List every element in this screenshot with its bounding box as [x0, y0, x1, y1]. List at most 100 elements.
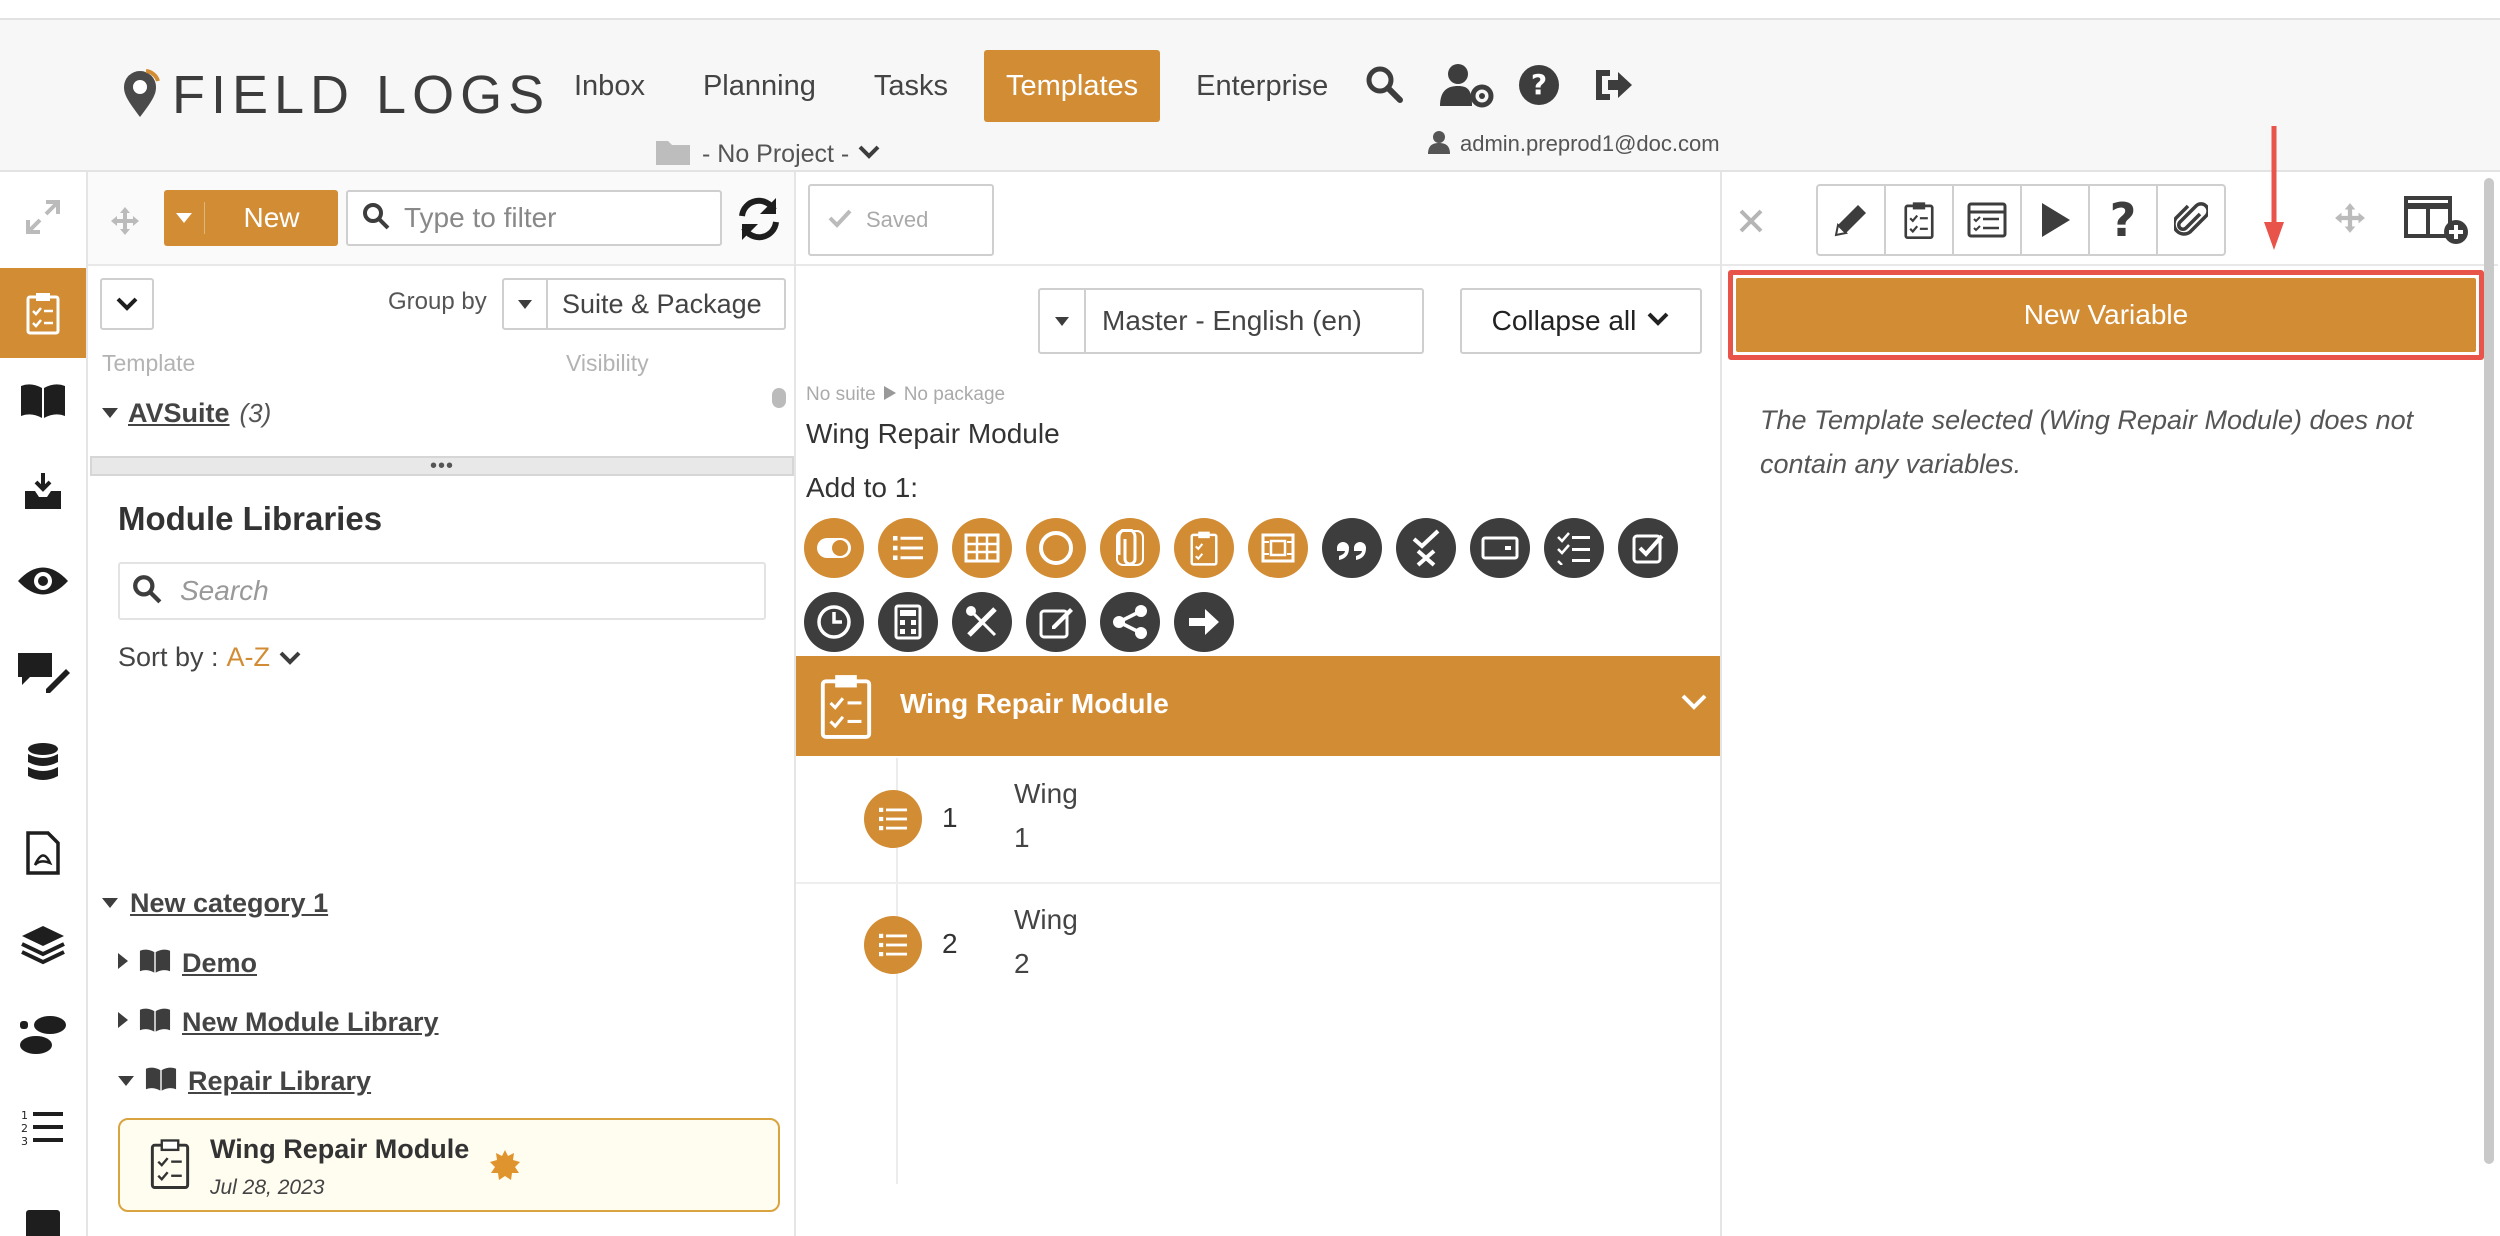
library-row-demo[interactable]: Demo [118, 948, 257, 979]
step-row[interactable]: 2 Wing 2 [796, 884, 1720, 1010]
column-template: Template [102, 350, 196, 376]
book-icon[interactable] [0, 356, 86, 446]
new-button-label: New [204, 202, 338, 234]
filter-input[interactable]: Type to filter [346, 190, 722, 246]
caret-down-icon [164, 213, 204, 223]
empty-variables-message: The Template selected (Wing Repair Modul… [1760, 405, 2414, 479]
more-rail-icon[interactable] [0, 1172, 86, 1236]
category-row[interactable]: New category 1 [102, 888, 328, 919]
add-toggle-icon[interactable] [804, 518, 864, 578]
add-branch-icon[interactable] [1100, 592, 1160, 652]
add-media-icon[interactable] [1248, 518, 1308, 578]
add-panel-icon[interactable] [2404, 194, 2470, 251]
close-icon[interactable] [1738, 208, 1764, 239]
library-name[interactable]: Demo [182, 948, 257, 979]
nav-enterprise[interactable]: Enterprise [1174, 50, 1350, 122]
logo-text: FIELD LOGS [172, 65, 551, 125]
add-calculator-icon[interactable] [878, 592, 938, 652]
step-number: 2 [942, 928, 958, 959]
group-by-select[interactable]: Suite & Package [502, 278, 786, 330]
module-card-selected[interactable]: Wing Repair Module Jul 28, 2023 [118, 1118, 780, 1212]
user-icon [1428, 130, 1450, 159]
add-input-field-icon[interactable] [1470, 518, 1530, 578]
module-section-header[interactable]: Wing Repair Module [796, 656, 1720, 756]
footsteps-icon[interactable] [0, 990, 86, 1080]
language-select[interactable]: Master - English (en) [1038, 288, 1424, 354]
svg-text:2: 2 [21, 1122, 28, 1135]
inbox-download-icon[interactable] [0, 446, 86, 536]
library-search-input[interactable]: Search [118, 562, 766, 620]
user-settings-icon[interactable] [1440, 62, 1494, 108]
new-template-button[interactable]: New [164, 190, 338, 246]
expand-icon[interactable] [0, 172, 86, 262]
help-icon[interactable]: ? [2088, 184, 2158, 256]
logout-icon[interactable] [1592, 64, 1634, 106]
add-multi-check-icon[interactable] [1544, 518, 1604, 578]
saved-label: Saved [866, 207, 929, 232]
current-user[interactable]: admin.preprod1@doc.com [1428, 126, 1720, 162]
step-label-line: 1 [1014, 822, 1030, 853]
add-quote-icon[interactable] [1322, 518, 1382, 578]
add-attachment-icon[interactable] [1100, 518, 1160, 578]
library-name[interactable]: Repair Library [188, 1066, 371, 1097]
library-row-new-module-library[interactable]: New Module Library [118, 1007, 439, 1038]
chevron-down-icon[interactable] [1680, 692, 1708, 717]
add-time-icon[interactable] [804, 592, 864, 652]
search-icon[interactable] [1364, 64, 1404, 104]
panel-splitter[interactable]: ••• [90, 456, 794, 476]
nav-inbox[interactable]: Inbox [552, 50, 667, 122]
language-value: Master - English (en) [1102, 305, 1362, 336]
add-checklist-icon[interactable] [1174, 518, 1234, 578]
step-label-line: 2 [1014, 948, 1030, 979]
step-row[interactable]: 1 Wing 1 [796, 758, 1720, 884]
comment-edit-icon[interactable] [0, 626, 86, 716]
suite-name[interactable]: AVSuite [128, 398, 230, 429]
drag-move-icon[interactable] [110, 206, 140, 241]
nav-templates[interactable]: Templates [983, 50, 1161, 122]
book-icon [144, 1066, 178, 1097]
suite-row[interactable]: AVSuite (3) [102, 398, 271, 429]
expand-all-dropdown[interactable] [100, 278, 154, 330]
add-list-icon[interactable] [878, 518, 938, 578]
project-selector[interactable]: - No Project - [654, 134, 881, 174]
nav-tasks[interactable]: Tasks [852, 50, 970, 122]
ordered-list-icon[interactable]: 123 [0, 1082, 86, 1172]
add-checkbox-icon[interactable] [1618, 518, 1678, 578]
add-signature-icon[interactable] [1026, 592, 1086, 652]
add-table-icon[interactable] [952, 518, 1012, 578]
attachment-icon[interactable] [2156, 184, 2226, 256]
checklist-icon[interactable] [1884, 184, 1954, 256]
library-row-repair-library[interactable]: Repair Library [118, 1066, 371, 1097]
add-check-cross-icon[interactable] [1396, 518, 1456, 578]
help-icon[interactable]: ? [1518, 64, 1560, 106]
sort-control[interactable]: Sort by : A-Z [118, 642, 302, 673]
drag-move-icon[interactable] [2334, 202, 2366, 239]
collapse-all-button[interactable]: Collapse all [1460, 288, 1702, 354]
scrollbar[interactable] [2480, 178, 2498, 1168]
breadcrumb-package[interactable]: No package [904, 384, 1005, 406]
category-name[interactable]: New category 1 [130, 888, 328, 919]
library-name[interactable]: New Module Library [182, 1007, 439, 1038]
refresh-icon[interactable] [734, 194, 784, 249]
scrollbar-thumb[interactable] [2484, 178, 2494, 1164]
play-icon[interactable] [2020, 184, 2090, 256]
database-icon[interactable] [0, 718, 86, 808]
add-tools-icon[interactable] [952, 592, 1012, 652]
layers-icon[interactable] [0, 900, 86, 990]
rail-templates-icon[interactable] [0, 268, 86, 358]
scrollbar[interactable] [770, 384, 788, 454]
add-radio-icon[interactable] [1026, 518, 1086, 578]
pdf-file-icon[interactable] [0, 808, 86, 898]
saved-button[interactable]: Saved [808, 184, 994, 256]
logo[interactable]: FIELD LOGS [120, 60, 550, 130]
new-variable-button[interactable]: New Variable [1736, 278, 2476, 352]
eye-icon[interactable] [0, 536, 86, 626]
edit-pencil-icon[interactable] [1816, 184, 1886, 256]
splitter-dots-icon: ••• [429, 455, 454, 477]
section-title: Wing Repair Module [900, 688, 1169, 719]
sort-label: Sort by : [118, 642, 219, 672]
nav-planning[interactable]: Planning [681, 50, 838, 122]
form-list-icon[interactable] [1952, 184, 2022, 256]
add-goto-icon[interactable] [1174, 592, 1234, 652]
breadcrumb-suite[interactable]: No suite [806, 384, 876, 406]
